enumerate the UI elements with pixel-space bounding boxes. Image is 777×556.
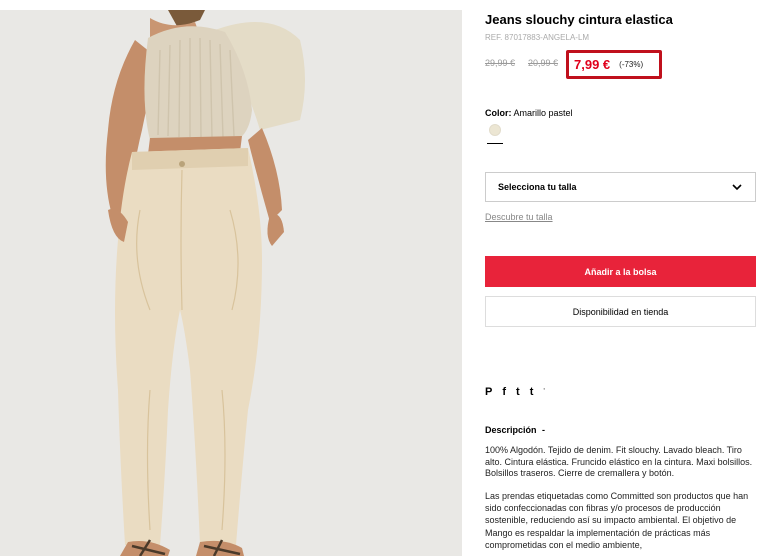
store-availability-button[interactable]: Disponibilidad en tienda (485, 296, 756, 327)
selected-swatch-indicator (487, 143, 503, 144)
color-swatch[interactable] (489, 124, 501, 136)
original-price: 29,99 € (485, 58, 516, 68)
tumblr-icon[interactable]: t (530, 386, 534, 398)
product-image[interactable] (0, 10, 462, 556)
description-header[interactable]: Descripción - (485, 425, 545, 435)
description-paragraph-1: 100% Algodón. Tejido de denim. Fit slouc… (485, 445, 753, 478)
chevron-down-icon (732, 184, 742, 191)
product-ref: REF. 87017883-ANGELA-LM (485, 33, 590, 42)
size-select[interactable]: Selecciona tu talla (485, 172, 756, 202)
discount-badge: (-73%) (619, 60, 644, 69)
description-toggle[interactable]: - (542, 425, 545, 435)
pinterest-icon[interactable]: P (485, 386, 492, 398)
current-price-highlight: 7,99 € (-73%) (566, 50, 662, 79)
size-guide-link[interactable]: Descubre tu talla (485, 212, 553, 222)
current-price: 7,99 € (574, 57, 611, 72)
add-to-bag-button[interactable]: Añadir a la bolsa (485, 256, 756, 287)
previous-sale-price: 20,99 € (528, 58, 559, 68)
color-label: Color: (485, 108, 512, 118)
twitter-icon[interactable]: t (516, 386, 520, 398)
description-title: Descripción (485, 425, 537, 435)
product-title: Jeans slouchy cintura elastica (485, 12, 673, 27)
facebook-icon[interactable]: f (502, 386, 506, 398)
description-paragraph-2: Las prendas etiquetadas como Committed s… (485, 491, 749, 550)
color-row: Color: Amarillo pastel (485, 108, 573, 118)
model-photo (0, 10, 462, 556)
share-bar: P f t t ' (485, 386, 545, 398)
size-select-label: Selecciona tu talla (498, 182, 577, 192)
more-share-icon[interactable]: ' (543, 386, 545, 398)
color-value: Amarillo pastel (513, 108, 573, 118)
